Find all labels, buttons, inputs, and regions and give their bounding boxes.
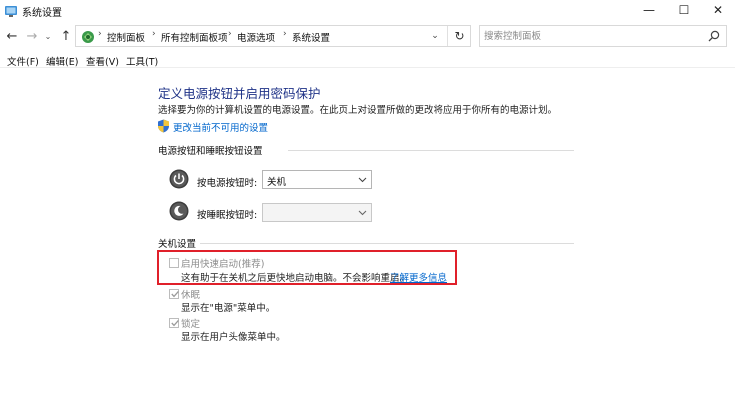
shutdown-section-title: 关机设置 [158, 239, 197, 250]
highlight-box [157, 250, 457, 285]
lock-description: 显示在用户头像菜单中。 [181, 332, 286, 343]
section-divider [288, 150, 574, 151]
power-button-icon [169, 169, 189, 189]
chevron-down-icon [358, 210, 367, 216]
menu-file[interactable]: 文件(F) [7, 54, 39, 68]
hibernate-checkbox[interactable] [169, 289, 179, 299]
menu-bar: 文件(F) 编辑(E) 查看(V) 工具(T) [0, 52, 735, 68]
page-title: 定义电源按钮并启用密码保护 [158, 86, 321, 101]
lock-checkbox[interactable] [169, 318, 179, 328]
forward-button[interactable]: → [24, 27, 40, 45]
power-button-label: 按电源按钮时: [197, 178, 258, 189]
menu-tools[interactable]: 工具(T) [126, 54, 158, 68]
maximize-button[interactable]: ☐ [667, 0, 701, 20]
power-button-action-value: 关机 [267, 177, 287, 188]
navigation-bar: ← → ⌄ ↑ › 控制面板 › 所有控制面板项 › 电源选项 › 系统设置 ⌄… [0, 24, 735, 48]
back-button[interactable]: ← [4, 27, 20, 45]
window-title: 系统设置 [22, 8, 62, 19]
recent-locations-button[interactable]: ⌄ [43, 27, 53, 45]
hibernate-label: 休眠 [181, 290, 201, 301]
control-panel-icon [82, 31, 94, 43]
address-dropdown-icon[interactable]: ⌄ [428, 29, 442, 43]
hibernate-description: 显示在"电源"菜单中。 [181, 303, 276, 314]
refresh-button[interactable]: ↻ [447, 26, 471, 46]
change-unavailable-settings-link[interactable]: 更改当前不可用的设置 [173, 120, 268, 134]
sleep-button-icon [169, 201, 189, 221]
power-buttons-section-title: 电源按钮和睡眠按钮设置 [158, 146, 263, 157]
section-divider [200, 243, 574, 244]
breadcrumb-separator[interactable]: › [283, 29, 287, 39]
checkmark-icon [171, 290, 179, 298]
breadcrumb-separator[interactable]: › [228, 29, 232, 39]
chevron-down-icon [358, 177, 367, 183]
sleep-button-action-select[interactable] [262, 203, 372, 222]
address-bar[interactable]: › 控制面板 › 所有控制面板项 › 电源选项 › 系统设置 ⌄ ↻ [75, 25, 471, 47]
uac-shield-icon [158, 119, 169, 133]
breadcrumb-control-panel[interactable]: 控制面板 [107, 30, 145, 44]
search-input[interactable] [484, 28, 704, 44]
breadcrumb-system-settings[interactable]: 系统设置 [292, 30, 330, 44]
lock-label: 锁定 [181, 319, 201, 330]
close-button[interactable]: ✕ [701, 0, 735, 20]
up-button[interactable]: ↑ [58, 27, 74, 45]
menu-view[interactable]: 查看(V) [86, 54, 119, 68]
breadcrumb-all-items[interactable]: 所有控制面板项 [161, 30, 228, 44]
breadcrumb-power-options[interactable]: 电源选项 [237, 30, 275, 44]
breadcrumb-separator: › [98, 29, 102, 39]
sleep-button-label: 按睡眠按钮时: [197, 210, 258, 221]
power-button-action-select[interactable]: 关机 [262, 170, 372, 189]
menu-edit[interactable]: 编辑(E) [46, 54, 78, 68]
checkmark-icon [171, 319, 179, 327]
search-box[interactable] [479, 25, 727, 47]
search-icon[interactable] [707, 29, 721, 43]
minimize-button[interactable]: — [632, 0, 666, 20]
page-description: 选择要为你的计算机设置的电源设置。在此页上对设置所做的更改将应用于你所有的电源计… [158, 105, 558, 116]
title-bar: 系统设置 — ☐ ✕ [0, 0, 735, 22]
breadcrumb-separator[interactable]: › [152, 29, 156, 39]
control-panel-icon [5, 6, 17, 17]
